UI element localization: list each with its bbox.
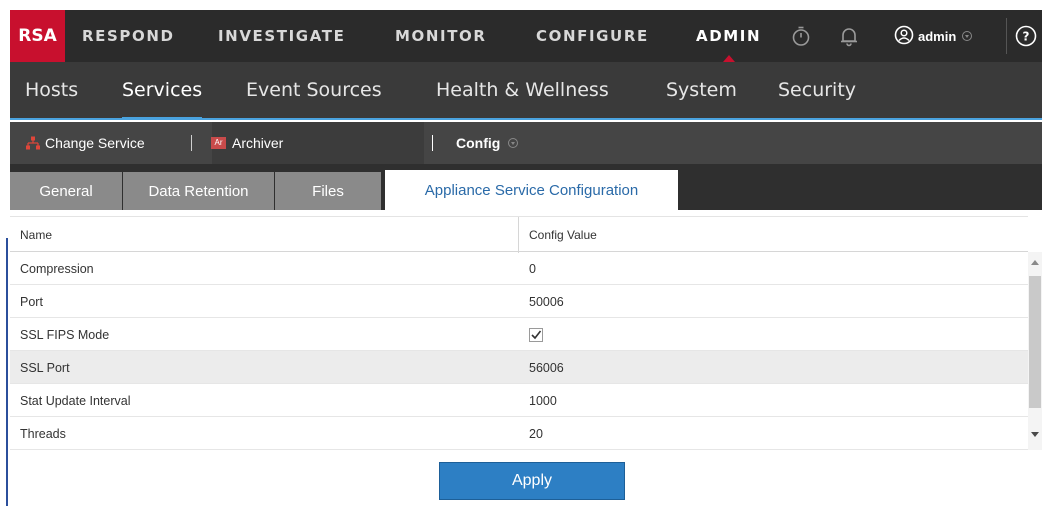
help-icon[interactable]: ?	[1015, 25, 1037, 47]
top-navigation: RSA RESPOND INVESTIGATE MONITOR CONFIGUR…	[10, 10, 1042, 62]
table-row[interactable]: SSL Port 56006	[10, 351, 1028, 384]
change-service-label: Change Service	[45, 135, 145, 151]
left-edge	[0, 200, 10, 506]
tab-files[interactable]: Files	[275, 172, 381, 210]
nav-respond[interactable]: RESPOND	[82, 10, 175, 62]
table-row[interactable]: Threads 20	[10, 417, 1028, 450]
service-type-badge: Ar	[211, 137, 226, 149]
bell-icon[interactable]	[838, 25, 860, 47]
divider	[1006, 18, 1007, 54]
column-header-config-value[interactable]: Config Value	[529, 217, 597, 253]
row-name: Port	[20, 294, 43, 309]
service-name[interactable]: Ar Archiver	[211, 122, 283, 164]
apply-button[interactable]: Apply	[439, 462, 625, 500]
row-value: 50006	[529, 294, 564, 309]
row-value: 20	[529, 426, 543, 441]
tab-appliance-service-configuration[interactable]: Appliance Service Configuration	[385, 170, 678, 210]
service-name-label: Archiver	[232, 135, 284, 151]
row-name: SSL Port	[20, 360, 70, 375]
scroll-up-icon[interactable]	[1031, 260, 1039, 265]
nav-investigate[interactable]: INVESTIGATE	[218, 10, 345, 62]
row-name: Stat Update Interval	[20, 393, 131, 408]
tab-health-wellness[interactable]: Health & Wellness	[436, 62, 609, 118]
column-header-name[interactable]: Name	[20, 217, 52, 253]
checkmark-icon	[529, 327, 543, 342]
chevron-down-icon	[962, 31, 973, 41]
view-dropdown[interactable]: Config	[456, 122, 519, 164]
rsa-logo: RSA	[10, 10, 65, 62]
config-grid: Name Config Value Compression 0 Port 500…	[10, 210, 1042, 450]
nav-configure[interactable]: CONFIGURE	[536, 10, 649, 62]
tab-system[interactable]: System	[666, 62, 737, 118]
config-tabs: General Data Retention Files Appliance S…	[10, 164, 1042, 210]
table-row[interactable]: Stat Update Interval 1000	[10, 384, 1028, 417]
tab-hosts[interactable]: Hosts	[25, 62, 78, 118]
divider	[432, 135, 433, 151]
tab-data-retention[interactable]: Data Retention	[123, 172, 274, 210]
tab-general[interactable]: General	[10, 172, 122, 210]
svg-text:?: ?	[1023, 30, 1030, 44]
username: admin	[918, 28, 957, 44]
tab-event-sources[interactable]: Event Sources	[246, 62, 382, 118]
change-service-button[interactable]: Change Service	[26, 122, 145, 164]
row-value: 1000	[529, 393, 557, 408]
hierarchy-icon	[26, 136, 40, 150]
scroll-down-icon[interactable]	[1031, 432, 1039, 437]
stopwatch-icon[interactable]	[790, 25, 812, 47]
admin-sub-navigation: Hosts Services Event Sources Health & We…	[10, 62, 1042, 120]
scroll-thumb[interactable]	[1029, 276, 1041, 408]
chevron-down-icon	[508, 138, 519, 148]
divider	[191, 135, 192, 151]
row-name: Compression	[20, 261, 94, 276]
nav-monitor[interactable]: MONITOR	[395, 10, 487, 62]
nav-admin[interactable]: ADMIN	[696, 10, 761, 62]
vertical-scrollbar[interactable]	[1028, 252, 1042, 450]
row-name: SSL FIPS Mode	[20, 327, 110, 342]
user-icon	[894, 25, 914, 48]
row-value: 0	[529, 261, 536, 276]
view-dropdown-label: Config	[456, 135, 501, 151]
row-value: 56006	[529, 360, 564, 375]
user-menu[interactable]: admin	[894, 10, 973, 62]
table-row[interactable]: Port 50006	[10, 285, 1028, 318]
left-border-line	[6, 238, 8, 506]
ssl-fips-mode-checkbox[interactable]	[529, 318, 543, 351]
tab-services[interactable]: Services	[122, 62, 203, 120]
table-row[interactable]: Compression 0	[10, 252, 1028, 285]
column-divider	[518, 217, 519, 253]
service-toolbar: Change Service Ar Archiver Config	[10, 122, 1042, 164]
tab-security[interactable]: Security	[778, 62, 856, 118]
grid-header: Name Config Value	[10, 216, 1028, 253]
table-row[interactable]: SSL FIPS Mode	[10, 318, 1028, 351]
row-name: Threads	[20, 426, 66, 441]
